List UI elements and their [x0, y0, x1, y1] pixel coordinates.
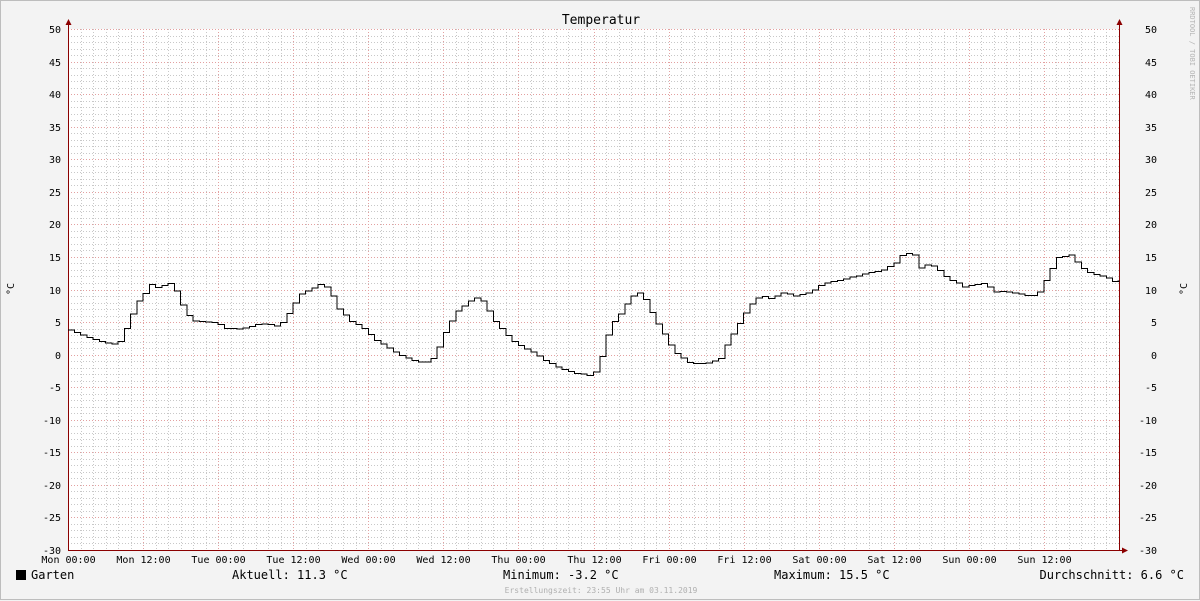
- y-axis-label-left: °C: [6, 283, 17, 295]
- y-tick-label-left: -5: [49, 383, 61, 394]
- stat-minimum: Minimum: -3.2 °C: [503, 568, 619, 582]
- x-tick-label: Sun 12:00: [1017, 555, 1071, 566]
- y-tick-label-left: 35: [49, 123, 61, 134]
- x-tick-label: Wed 00:00: [341, 555, 395, 566]
- chart-window: 50 50 45 45 40 40 35 35 30 30 25 25 20 20 15 15 10 10 5 5 0 0…: [0, 0, 1200, 600]
- x-tick-label: Fri 12:00: [717, 555, 771, 566]
- y-tick-label-right: 40: [1145, 90, 1157, 101]
- y-tick-label-left: 45: [49, 58, 61, 69]
- legend-series: Garten: [16, 568, 74, 582]
- stat-durchschnitt: Durchschnitt: 6.6 °C: [1039, 568, 1185, 582]
- y-tick-label-right: 5: [1151, 318, 1157, 329]
- watermark: RRDTOOL / TOBI OETIKER: [1188, 7, 1196, 101]
- y-tick-label-left: 10: [49, 286, 61, 297]
- y-tick-label-left: 15: [49, 253, 61, 264]
- y-tick-label-left: 50: [49, 25, 61, 36]
- y-tick-label-right: -30: [1139, 546, 1157, 557]
- y-tick-label-left: 5: [55, 318, 61, 329]
- y-tick-label-right: -10: [1139, 416, 1157, 427]
- x-tick-label: Sat 00:00: [792, 555, 846, 566]
- stat-aktuell: Aktuell: 11.3 °C: [232, 568, 348, 582]
- stat-maximum: Maximum: 15.5 °C: [774, 568, 890, 582]
- x-tick-label: Fri 00:00: [642, 555, 696, 566]
- y-tick-label-left: 40: [49, 90, 61, 101]
- x-tick-label: Thu 00:00: [491, 555, 545, 566]
- y-tick-label-right: 10: [1145, 286, 1157, 297]
- y-tick-label-left: 30: [49, 155, 61, 166]
- y-tick-label-left: -15: [43, 448, 61, 459]
- y-tick-label-right: 50: [1145, 25, 1157, 36]
- y-tick-label-right: -5: [1145, 383, 1157, 394]
- y-tick-label-left: 0: [55, 351, 61, 362]
- y-tick-label-right: -15: [1139, 448, 1157, 459]
- y-tick-label-right: -20: [1139, 481, 1157, 492]
- y-tick-label-left: 20: [49, 220, 61, 231]
- x-tick-label: Tue 12:00: [266, 555, 320, 566]
- x-tick-label: Tue 00:00: [191, 555, 245, 566]
- y-tick-label-right: 45: [1145, 58, 1157, 69]
- y-tick-label-right: 35: [1145, 123, 1157, 134]
- y-axis-label-right: °C: [1179, 283, 1190, 295]
- arrow-right-icon: [1122, 547, 1128, 554]
- y-tick-label-left: 25: [49, 188, 61, 199]
- x-tick-label: Sun 00:00: [942, 555, 996, 566]
- x-tick-label: Mon 00:00: [41, 555, 95, 566]
- arrow-up-right-icon: [1116, 19, 1123, 25]
- y-tick-label-left: -25: [43, 513, 61, 524]
- y-tick-label-left: -10: [43, 416, 61, 427]
- y-tick-label-right: -25: [1139, 513, 1157, 524]
- y-tick-label-right: 15: [1145, 253, 1157, 264]
- x-tick-label: Wed 12:00: [416, 555, 470, 566]
- y-tick-label-right: 20: [1145, 220, 1157, 231]
- y-tick-label-right: 30: [1145, 155, 1157, 166]
- x-tick-label: Mon 12:00: [116, 555, 170, 566]
- y-tick-label-right: 0: [1151, 351, 1157, 362]
- arrow-up-left-icon: [65, 19, 72, 25]
- y-tick-label-left: -20: [43, 481, 61, 492]
- x-tick-label: Thu 12:00: [567, 555, 621, 566]
- y-tick-label-right: 25: [1145, 188, 1157, 199]
- legend-swatch: [16, 570, 26, 580]
- x-tick-label: Sat 12:00: [867, 555, 921, 566]
- temperature-chart: 50 5045 4540 4035 3530 3025 2520 2015 1510 105 50 0…: [6, 7, 1196, 566]
- chart-title: Temperatur: [562, 13, 640, 28]
- legend-series-label: Garten: [31, 568, 75, 582]
- footer-timestamp: Erstellungszeit: 23:55 Uhr am 03.11.2019: [504, 586, 698, 595]
